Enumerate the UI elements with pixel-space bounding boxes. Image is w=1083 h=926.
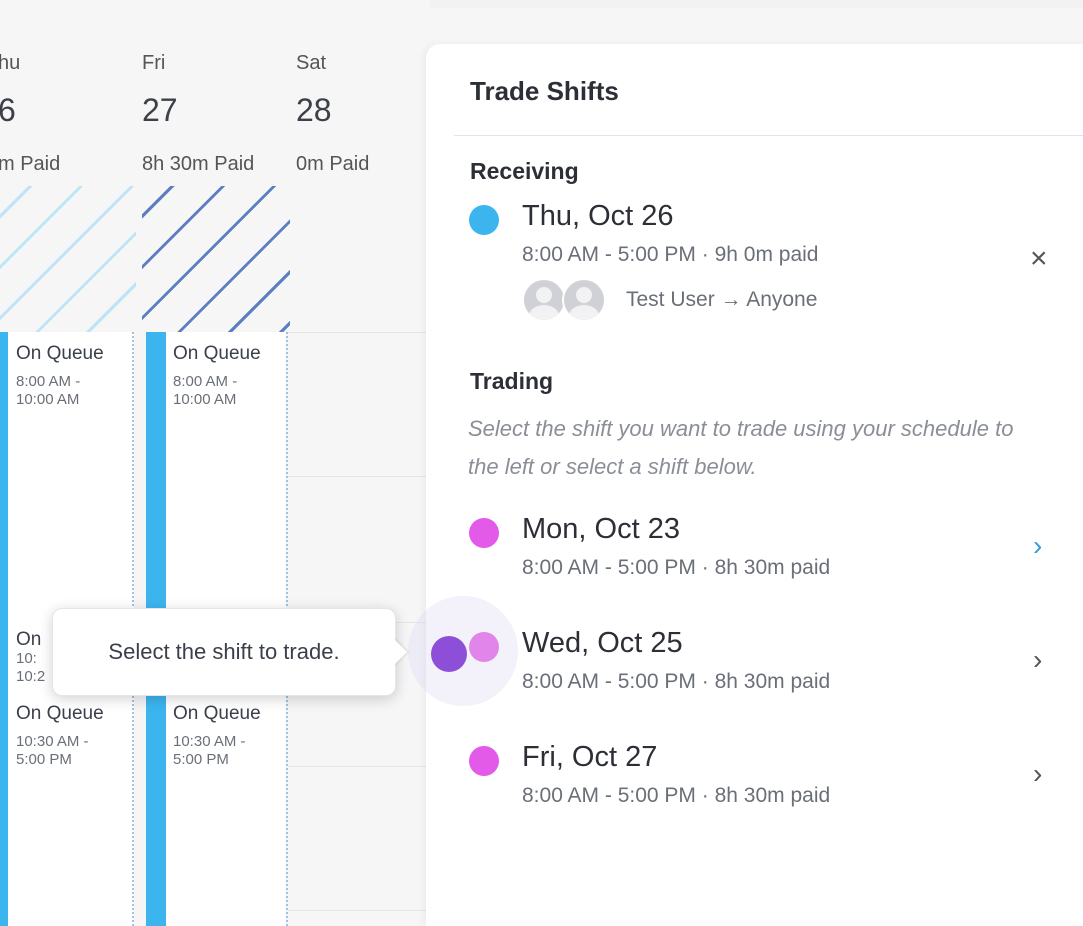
event-title: On Queue: [173, 343, 261, 364]
trading-hint: Select the shift you want to trade using…: [468, 416, 1014, 479]
coach-mark-tooltip: Select the shift to trade.: [52, 608, 396, 696]
day-name: Fri: [142, 52, 166, 74]
section-label-trading: Trading: [470, 368, 554, 394]
day-name: Sat: [296, 52, 327, 74]
event-time-partial: 10:: [16, 650, 37, 667]
event-time: 5:00 PM: [173, 751, 229, 768]
tooltip-text: Select the shift to trade.: [108, 639, 340, 664]
hour-gridline: [288, 766, 430, 767]
avatar: [562, 278, 606, 322]
event-time: 10:30 AM -: [16, 733, 89, 750]
event-time: 5:00 PM: [16, 751, 72, 768]
event-time: 10:00 AM: [173, 391, 237, 408]
receiving-shift-date: Thu, Oct 26: [522, 200, 674, 232]
day-number: 6: [0, 92, 16, 128]
trading-shift-time: 8:00 AM - 5:00 PM · 8h 30m paid: [522, 556, 831, 579]
day-paid-summary: m Paid: [0, 153, 61, 175]
shift-bar-thu: [0, 332, 8, 926]
coach-mark-dot[interactable]: [431, 636, 467, 672]
trading-shift-dot: [469, 518, 499, 548]
trade-shifts-panel: Trade Shifts Receiving Thu, Oct 26 8:00 …: [426, 44, 1083, 926]
day-paid-summary: 0m Paid: [296, 153, 370, 175]
divider: [454, 135, 1083, 136]
event-time-partial: 10:2: [16, 668, 46, 685]
trade-users: Test User → Anyone: [626, 288, 818, 311]
hour-gridline: [288, 476, 430, 477]
trading-shift-time: 8:00 AM - 5:00 PM · 8h 30m paid: [522, 784, 831, 807]
event-title: On Queue: [16, 343, 104, 364]
trading-shift-date[interactable]: Wed, Oct 25: [522, 627, 683, 660]
close-icon[interactable]: ×: [1030, 244, 1048, 274]
panel-title: Trade Shifts: [470, 76, 619, 106]
event-time: 10:30 AM -: [173, 733, 246, 750]
event-time: 10:00 AM: [16, 391, 80, 408]
trading-shift-dot: [469, 746, 499, 776]
section-label-receiving: Receiving: [470, 158, 579, 184]
day-paid-summary: 8h 30m Paid: [142, 153, 255, 175]
schedule-calendar: hu 6 m Paid On Queue 8:00 AM - 10:00 AM …: [0, 0, 430, 926]
hour-gridline: [288, 332, 430, 333]
chevron-right-icon[interactable]: ›: [1033, 532, 1042, 560]
trading-shift-date[interactable]: Fri, Oct 27: [522, 741, 657, 774]
day-number: 27: [142, 92, 178, 128]
receiving-shift-time: 8:00 AM - 5:00 PM · 9h 0m paid: [522, 243, 819, 266]
event-title-partial: On: [16, 629, 42, 650]
event-time: 8:00 AM -: [16, 373, 81, 390]
hour-gridline: [288, 910, 430, 911]
day-name: hu: [0, 52, 21, 74]
trading-shift-time: 8:00 AM - 5:00 PM · 8h 30m paid: [522, 670, 831, 693]
receiving-shift-dot: [469, 205, 499, 235]
chevron-right-icon[interactable]: ›: [1033, 760, 1042, 788]
event-title: On Queue: [173, 703, 261, 724]
avatar: [522, 278, 566, 322]
tooltip-arrow: [393, 638, 407, 666]
event-title: On Queue: [16, 703, 104, 724]
event-time: 8:00 AM -: [173, 373, 238, 390]
trading-shift-date[interactable]: Mon, Oct 23: [522, 513, 680, 546]
unavailable-hatch-fri: [142, 186, 290, 332]
day-number: 28: [296, 92, 332, 128]
unavailable-hatch-thu: [0, 186, 136, 332]
day-column-sat: Sat 28 0m Paid: [296, 0, 430, 926]
chevron-right-icon[interactable]: ›: [1033, 646, 1042, 674]
